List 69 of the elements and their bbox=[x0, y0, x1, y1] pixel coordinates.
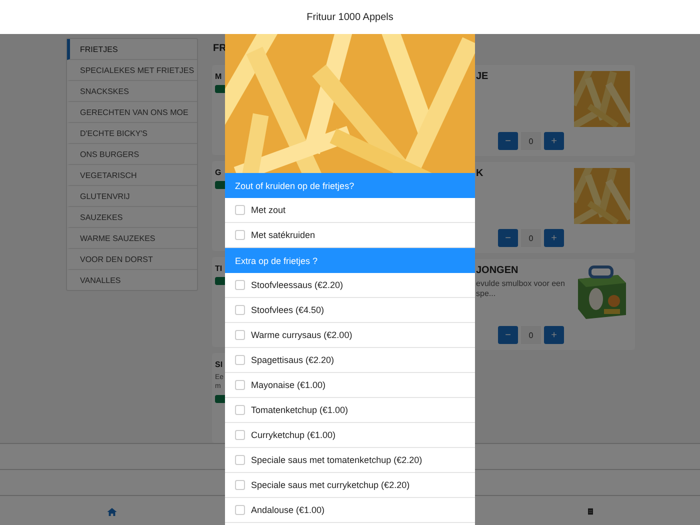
option-row[interactable]: Mayonaise (€1.00) bbox=[225, 373, 475, 398]
option-row[interactable]: Stoofvleessaus (€2.20) bbox=[225, 273, 475, 298]
category-item[interactable]: VEGETARISCH bbox=[67, 165, 197, 186]
product-title: JONGEN bbox=[476, 265, 518, 276]
product-title: JE bbox=[476, 71, 488, 82]
checkbox[interactable] bbox=[235, 480, 245, 490]
checkbox[interactable] bbox=[235, 355, 245, 365]
option-row[interactable]: Stoofvlees (€4.50) bbox=[225, 298, 475, 323]
app-title: Frituur 1000 Appels bbox=[306, 12, 394, 22]
option-label: Stoofvleessaus (€2.20) bbox=[251, 280, 344, 290]
option-label: Speciale saus met tomatenketchup (€2.20) bbox=[251, 455, 422, 465]
product-description: evulde smulbox voor een spe... bbox=[476, 279, 565, 300]
product-title: SI bbox=[215, 360, 223, 369]
checkbox[interactable] bbox=[235, 205, 245, 215]
increase-button[interactable]: + bbox=[544, 229, 564, 247]
option-label: Speciale saus met curryketchup (€2.20) bbox=[251, 480, 410, 490]
option-label: Curryketchup (€1.00) bbox=[251, 430, 336, 440]
product-title: K bbox=[476, 168, 484, 179]
category-item[interactable]: SAUZEKES bbox=[67, 207, 197, 228]
product-title: TI bbox=[215, 264, 222, 273]
quantity-value: 0 bbox=[521, 326, 541, 344]
home-icon[interactable] bbox=[107, 508, 117, 516]
checkbox[interactable] bbox=[235, 430, 245, 440]
section-title: Extra op de frietjes ? bbox=[225, 248, 475, 273]
option-row[interactable]: Warme currysaus (€2.00) bbox=[225, 323, 475, 348]
increase-button[interactable]: + bbox=[544, 326, 564, 344]
category-item[interactable]: D'ECHTE BICKY'S bbox=[67, 123, 197, 144]
category-item[interactable]: GLUTENVRIJ bbox=[67, 186, 197, 207]
checkbox[interactable] bbox=[235, 330, 245, 340]
option-label: Stoofvlees (€4.50) bbox=[251, 305, 324, 315]
decrease-button[interactable]: − bbox=[498, 326, 518, 344]
quantity-value: 0 bbox=[521, 132, 541, 150]
option-row[interactable]: Speciale saus met curryketchup (€2.20) bbox=[225, 473, 475, 498]
category-item[interactable]: GERECHTEN VAN ONS MOE bbox=[67, 102, 197, 123]
checkbox[interactable] bbox=[235, 305, 245, 315]
bag-icon[interactable] bbox=[588, 508, 593, 515]
increase-button[interactable]: + bbox=[544, 132, 564, 150]
option-row[interactable]: Andalouse (€1.00) bbox=[225, 498, 475, 523]
option-row[interactable]: Met zout bbox=[225, 198, 475, 223]
option-row[interactable]: Spagettisaus (€2.20) bbox=[225, 348, 475, 373]
product-title: G bbox=[215, 168, 222, 177]
category-item[interactable]: WARME SAUZEKES bbox=[67, 228, 197, 249]
option-row[interactable]: Tomatenketchup (€1.00) bbox=[225, 398, 475, 423]
decrease-button[interactable]: − bbox=[498, 132, 518, 150]
option-label: Met zout bbox=[251, 205, 286, 215]
category-item[interactable]: SPECIALEKES MET FRIETJES bbox=[67, 60, 197, 81]
product-title: M bbox=[215, 72, 222, 81]
option-label: Warme currysaus (€2.00) bbox=[251, 330, 352, 340]
option-label: Met satékruiden bbox=[251, 230, 316, 240]
option-row[interactable]: Curryketchup (€1.00) bbox=[225, 423, 475, 448]
checkbox[interactable] bbox=[235, 455, 245, 465]
checkbox[interactable] bbox=[235, 380, 245, 390]
checkbox[interactable] bbox=[235, 405, 245, 415]
category-item[interactable]: ONS BURGERS bbox=[67, 144, 197, 165]
category-item[interactable]: FRIETJES bbox=[67, 39, 197, 60]
option-row[interactable]: Speciale saus met tomatenketchup (€2.20) bbox=[225, 448, 475, 473]
option-label: Mayonaise (€1.00) bbox=[251, 380, 326, 390]
category-item[interactable]: SNACKSKES bbox=[67, 81, 197, 102]
quantity-value: 0 bbox=[521, 229, 541, 247]
category-item[interactable]: VOOR DEN DORST bbox=[67, 249, 197, 270]
checkbox[interactable] bbox=[235, 505, 245, 515]
section-title: Zout of kruiden op de frietjes? bbox=[225, 173, 475, 198]
category-item[interactable]: VANALLES bbox=[67, 270, 197, 290]
decrease-button[interactable]: − bbox=[498, 229, 518, 247]
option-label: Andalouse (€1.00) bbox=[251, 505, 325, 515]
checkbox[interactable] bbox=[235, 230, 245, 240]
checkbox[interactable] bbox=[235, 280, 245, 290]
option-label: Tomatenketchup (€1.00) bbox=[251, 405, 348, 415]
option-label: Spagettisaus (€2.20) bbox=[251, 355, 334, 365]
